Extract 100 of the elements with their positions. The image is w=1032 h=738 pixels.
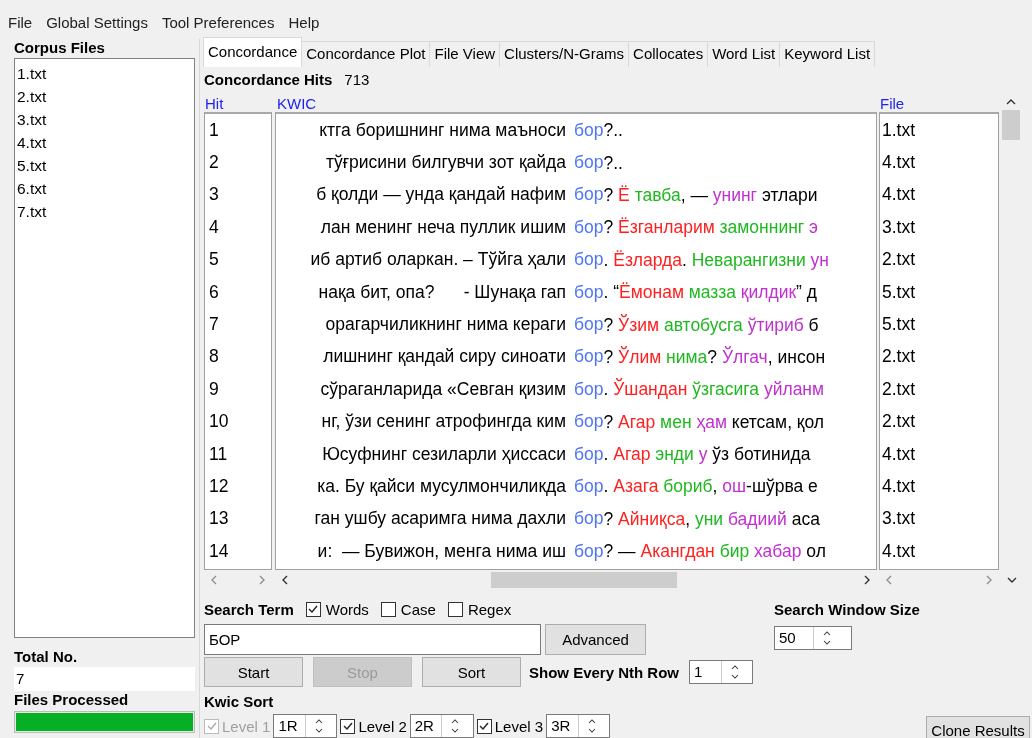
hit-number: 8 <box>209 346 219 368</box>
left-context: б қолди — унда қандай нафим <box>316 184 566 206</box>
checkbox[interactable] <box>340 718 356 734</box>
hit-number: 7 <box>209 314 219 336</box>
right-context: ? Ўзим автобусга ўтириб б <box>603 313 819 337</box>
column-header[interactable]: File <box>880 95 905 112</box>
right-context: ?.. <box>603 119 623 143</box>
total-value: 7 <box>14 667 195 691</box>
file-name: 2.txt <box>882 249 916 271</box>
menu-item[interactable]: Global Settings <box>46 14 156 31</box>
keyword: бор <box>574 249 604 271</box>
menu-item[interactable]: File <box>8 14 41 31</box>
nth-row-label: Show Every Nth Row <box>529 663 680 681</box>
file-name: 2.txt <box>882 346 916 368</box>
right-context: . Азага бориб, ош-шўрва е <box>603 475 818 499</box>
keyword: бор <box>574 508 604 530</box>
hit-number: 6 <box>209 281 219 303</box>
left-context: лишнинг қандай сиру синоати <box>323 346 566 368</box>
left-context: ктга боришнинг нима маъноси <box>319 119 566 141</box>
column-header[interactable]: KWIC <box>277 95 317 112</box>
scrollbar-thumb[interactable] <box>491 572 677 588</box>
hit-number: 13 <box>209 508 229 530</box>
search-field[interactable]: БОР <box>204 623 541 655</box>
keyword: бор <box>574 443 604 465</box>
hit-number: 4 <box>209 216 219 238</box>
file-name: 2.txt <box>882 378 916 400</box>
tab[interactable]: Keyword List <box>779 41 876 67</box>
keyword: бор <box>574 378 604 400</box>
left-context: иб артиб оларкан. – Тўйга ҳали <box>310 249 566 271</box>
right-context: . Агар энди у ўз ботинида <box>603 443 811 467</box>
keyword: бор <box>574 540 604 562</box>
file-item[interactable]: 5.txt <box>17 154 192 177</box>
level-spinner[interactable]: 3R <box>546 714 611 738</box>
file-name: 2.txt <box>882 411 916 433</box>
level-label: Level 2 <box>358 717 407 735</box>
left-context: орагарчиликнинг нима кераги <box>325 314 566 336</box>
window-size-label: Search Window Size <box>774 599 921 620</box>
checkbox[interactable] <box>380 601 396 617</box>
nth-row-spinner[interactable]: 1 <box>689 660 754 684</box>
action-button[interactable]: Sort <box>422 657 521 687</box>
file-name: 4.txt <box>882 184 916 206</box>
file-item[interactable]: 7.txt <box>17 200 192 223</box>
file-item[interactable]: 2.txt <box>17 85 192 108</box>
keyword: бор <box>574 184 604 206</box>
total-label: Total No. <box>14 648 79 665</box>
panel-title: Corpus Files <box>14 39 106 56</box>
keyword: бор <box>574 216 604 238</box>
hit-number: 14 <box>209 540 229 562</box>
keyword: бор <box>574 346 604 368</box>
tab[interactable]: Concordance <box>203 37 303 67</box>
hits-count: 713 <box>344 71 370 90</box>
menu-item[interactable]: Tool Preferences <box>161 14 283 31</box>
file-item[interactable]: 3.txt <box>17 108 192 131</box>
keyword: бор <box>574 152 604 174</box>
right-context: ? Ўлим нима? Ўлгач, инсон <box>603 345 826 369</box>
hit-number: 5 <box>209 249 219 271</box>
left-context: сўраганларида «Севган қизим <box>320 378 566 400</box>
action-button[interactable]: Start <box>204 657 303 687</box>
right-context: ? Ё тавба, — унинг этлари <box>603 183 818 207</box>
left-context: лан менинг неча пуллик ишим <box>320 216 566 238</box>
right-context: . Ўшандан ўзгасига уйланм <box>603 377 825 402</box>
window-size-spinner[interactable]: 50 <box>774 626 852 650</box>
advanced-button[interactable]: Advanced <box>545 623 646 655</box>
level-label: Level 1 <box>222 717 271 735</box>
file-name: 4.txt <box>882 443 916 465</box>
left-context: Юсуфнинг сезиларли ҳиссаси <box>322 443 566 465</box>
hit-number: 12 <box>209 476 229 497</box>
right-context: ? — Акангдан бир хабар ол <box>603 540 826 564</box>
column-header[interactable]: Hit <box>205 95 224 112</box>
hit-number: 9 <box>209 378 219 400</box>
scrollbar-thumb[interactable] <box>1002 110 1020 140</box>
file-name: 3.txt <box>882 216 916 238</box>
right-context: ?.. <box>603 151 623 175</box>
hit-number: 2 <box>209 152 219 174</box>
left-context: ка. Бу қайси мусулмончиликда <box>317 476 566 497</box>
checkbox-label: Case <box>400 600 436 618</box>
menu-item[interactable]: Help <box>288 14 328 31</box>
file-name: 5.txt <box>882 314 916 336</box>
hit-number: 3 <box>209 184 219 206</box>
hits-label: Concordance Hits <box>204 71 333 90</box>
keyword: бор <box>574 281 604 303</box>
file-item[interactable]: 6.txt <box>17 177 192 200</box>
file-name: 4.txt <box>882 476 916 497</box>
file-name: 4.txt <box>882 540 916 562</box>
checkbox[interactable] <box>476 718 492 734</box>
clone-results-button[interactable]: Clone Results <box>926 716 1030 738</box>
right-context: ? Айниқса, уни бадиий аса <box>603 507 820 531</box>
keyword: бор <box>574 314 604 336</box>
checkbox[interactable] <box>305 601 321 617</box>
left-context: нг, ўзи сенинг атрофингда ким <box>321 411 566 433</box>
keyword: бор <box>574 119 604 141</box>
file-name: 3.txt <box>882 508 916 530</box>
hit-number: 1 <box>209 119 219 141</box>
level-spinner[interactable]: 2R <box>409 714 474 738</box>
keyword: бор <box>574 411 604 433</box>
left-context: ган ушбу асаримга нима дахли <box>314 508 566 530</box>
file-item[interactable]: 4.txt <box>17 131 192 154</box>
file-item[interactable]: 1.txt <box>17 62 192 85</box>
hit-number: 11 <box>209 443 228 465</box>
checkbox[interactable] <box>447 601 463 617</box>
